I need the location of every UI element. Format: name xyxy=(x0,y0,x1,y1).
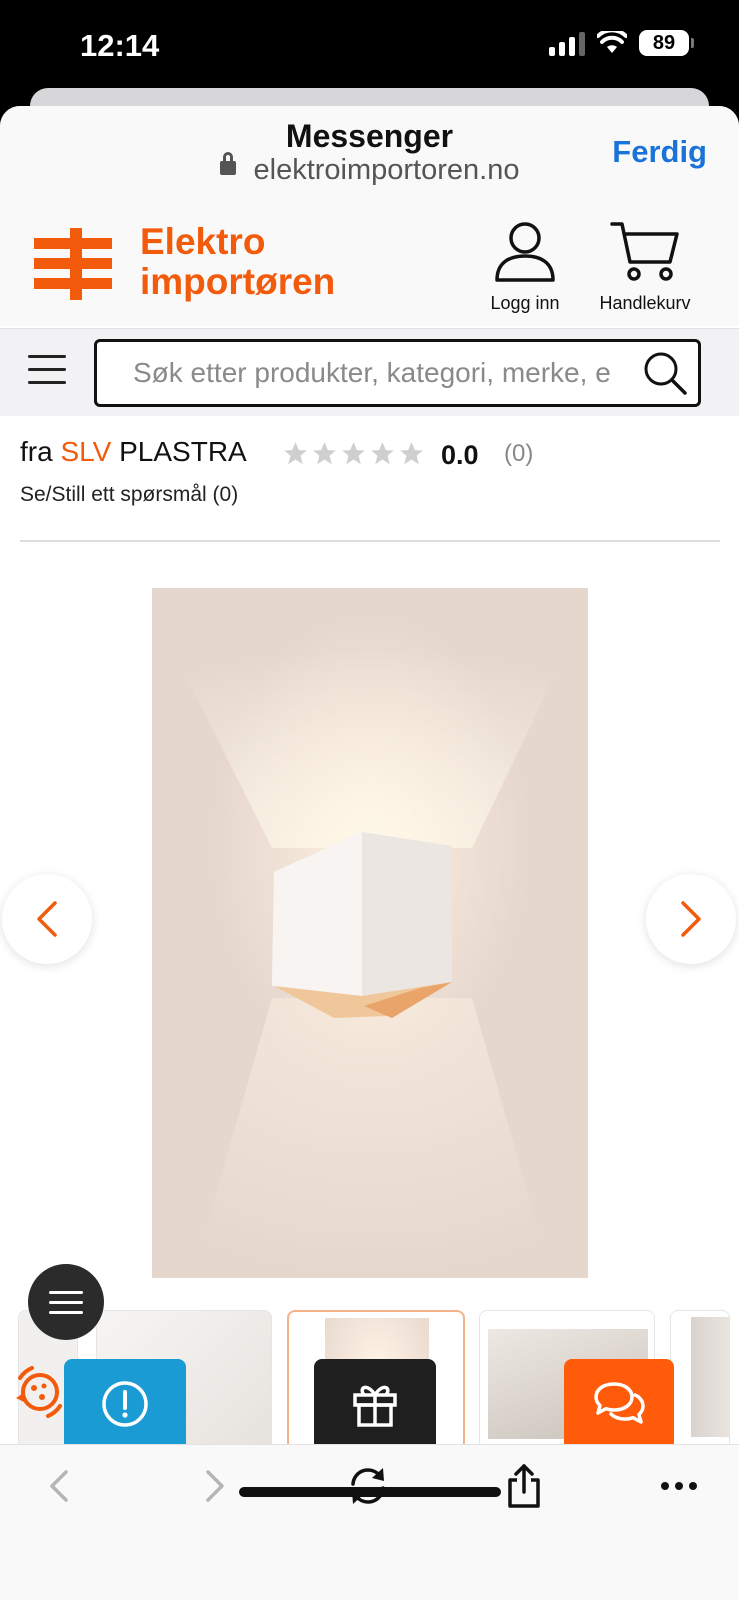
reload-button[interactable] xyxy=(343,1461,393,1511)
lock-icon xyxy=(219,152,236,176)
share-button[interactable] xyxy=(499,1461,549,1511)
cookie-settings-button[interactable] xyxy=(12,1364,68,1420)
star-icon xyxy=(342,442,365,465)
cart-label: Handlekurv xyxy=(599,293,691,313)
cart-icon xyxy=(610,222,679,281)
login-label: Logg inn xyxy=(490,293,560,313)
search-row xyxy=(0,328,739,416)
browser-sheet: Messenger elektroimportoren.no Ferdig El… xyxy=(0,106,739,1600)
gift-icon xyxy=(353,1385,397,1427)
logo-line-1: Elektro xyxy=(140,221,266,262)
logo-mark-icon xyxy=(34,228,112,300)
browser-header: Messenger elektroimportoren.no Ferdig xyxy=(0,106,739,216)
wifi-icon xyxy=(597,31,627,53)
share-icon xyxy=(508,1464,540,1508)
thumbnail[interactable] xyxy=(670,1310,730,1450)
brand-line: fra SLV PLASTRA xyxy=(20,436,247,468)
chevron-right-icon xyxy=(681,901,701,937)
carousel-next-button[interactable] xyxy=(646,874,736,964)
floating-menu-button[interactable] xyxy=(28,1264,104,1340)
battery-indicator: 89 xyxy=(639,30,694,56)
back-button[interactable] xyxy=(34,1461,84,1511)
hamburger-menu-button[interactable] xyxy=(28,355,66,387)
search-input[interactable] xyxy=(133,342,633,404)
rating-value: 0.0 xyxy=(441,440,479,470)
divider xyxy=(20,540,720,542)
rating-count[interactable]: (0) xyxy=(504,440,533,468)
cellular-signal-icon xyxy=(549,30,585,56)
home-indicator[interactable] xyxy=(239,1487,501,1497)
more-button[interactable] xyxy=(654,1461,704,1511)
done-button[interactable]: Ferdig xyxy=(612,134,707,170)
status-time: 12:14 xyxy=(80,28,160,63)
chevron-left-icon xyxy=(50,1470,68,1502)
status-icons: 89 xyxy=(549,30,694,56)
logo-line-2: importøren xyxy=(140,261,336,302)
brand-prefix: fra xyxy=(20,436,53,467)
carousel-prev-button[interactable] xyxy=(2,874,92,964)
browser-toolbar xyxy=(0,1444,739,1600)
feedback-button[interactable] xyxy=(64,1359,186,1449)
wall-lamp-illustration xyxy=(172,648,568,1278)
star-icon xyxy=(400,442,423,465)
chevron-right-icon xyxy=(206,1470,224,1502)
star-icon xyxy=(284,442,307,465)
cookie-icon xyxy=(16,1366,62,1418)
more-icon xyxy=(661,1482,697,1490)
alert-circle-icon xyxy=(102,1381,148,1427)
star-icon xyxy=(313,442,336,465)
chat-button[interactable] xyxy=(564,1359,674,1449)
chat-bubbles-icon xyxy=(594,1382,645,1424)
forward-button[interactable] xyxy=(190,1461,240,1511)
search-icon[interactable] xyxy=(642,350,688,396)
url-text: elektroimportoren.no xyxy=(253,154,520,186)
star-icon xyxy=(371,442,394,465)
chevron-left-icon xyxy=(37,901,57,937)
gift-button[interactable] xyxy=(314,1359,436,1449)
brand-link[interactable]: SLV xyxy=(60,436,111,467)
product-image[interactable] xyxy=(152,588,588,1278)
thumbnail-image xyxy=(691,1317,729,1437)
login-button[interactable]: Logg inn xyxy=(470,218,580,314)
search-box xyxy=(94,339,701,407)
cart-button[interactable]: Handlekurv xyxy=(590,218,700,314)
logo-text: Elektro importøren xyxy=(140,222,335,302)
reload-icon xyxy=(351,1468,385,1504)
user-icon xyxy=(495,222,555,282)
questions-link[interactable]: Se/Still ett spørsmål (0) xyxy=(20,483,238,507)
rating-stars xyxy=(282,440,425,467)
product-model: PLASTRA xyxy=(119,436,247,467)
status-bar: 12:14 89 xyxy=(0,0,739,100)
